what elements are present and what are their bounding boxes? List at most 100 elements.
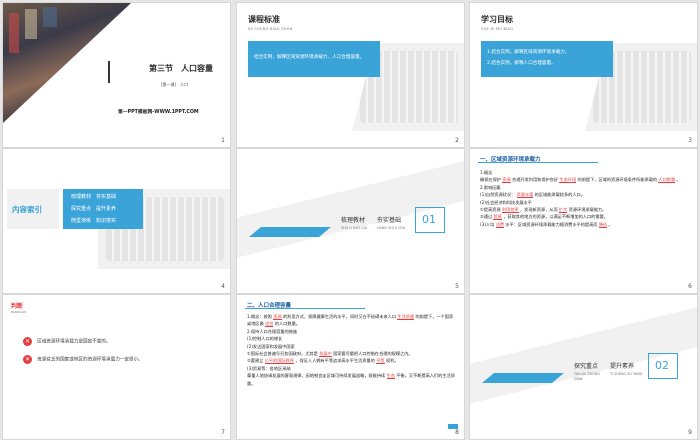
line-text: 确保在保护 [480,177,503,183]
slide-3[interactable]: 学习目标 XUE XI MU BIAO 1.结合实例，解释区域资源环境承载力。 … [469,2,698,148]
chapter-sub-2: HANG SHI JI CHU [377,226,406,230]
line-text: 合理开发利用和保护良好 [510,177,560,183]
slide-title: 判断 [11,303,24,310]
answer-blank: 利用效率 [501,207,519,214]
line-text: 。 [675,177,681,183]
cover-photo [3,3,131,123]
line-text: (2)发达国家和发展中国家 [247,343,295,349]
chapter-number-box: 02 [648,353,678,379]
chapter-sub-1: TAN JIU ZHONG DIAN [574,372,601,381]
chapter-number: 01 [422,213,436,226]
line-text: 的利用方式，保障健康生活的水平，同时又在不妨碍未来人口 [281,314,398,319]
slide-7[interactable]: 判断 PANDUAN ✕ 区域资源环境承载力是固定不变的。 ✕ 资源贫乏的国家或… [2,294,231,440]
index-item-1[interactable]: 梳理教材 夯实基础 [71,193,116,200]
slide-1[interactable]: 第三节 人口容量 [第一课] 人口 第一PPT模板网-WWW.1PPT.COM … [2,2,231,148]
chapter-title-2: 提升素养 [610,363,635,370]
title-accent-bar [108,61,110,83]
slide-number: 4 [221,283,225,290]
answer-blank: 生活质量 [397,314,415,320]
index-item-label: 梳理教材 [71,194,92,200]
line-text: (1)自然资源状况： [480,192,517,198]
line-text: 权利。 [384,358,399,364]
diagonal-stripe [482,373,564,383]
content-body: 1.概念：按照 资源 的利用方式，保障健康生活的水平，同时又在不妨碍未来人口 生… [247,313,457,387]
section-title: 第三节 人口容量 [149,64,213,73]
line-text: 1.概念 [480,170,493,175]
line-text: ①国际社会普遍号召各国政府，尤其是 [247,351,320,357]
answer-blank: 贸易 [493,214,502,221]
content-line: (3)贸易等：各地区采纳 [247,365,457,372]
chapter-title-1: 探究重点 [574,363,599,370]
slide-number: 8 [455,429,459,436]
answer-blank: 平等 [376,358,385,365]
slide-subtitle: XUE XI MU BIAO [481,27,514,31]
slide-number: 5 [455,283,459,290]
slide-6[interactable]: 一、区域资源环境承载力 1.概念 确保在保护 资源 合理开发利用和保护良好 生态环… [469,148,698,294]
answer-blank: 资源丰富 [516,192,534,199]
slide-8[interactable]: 二、人口合理容量 1.概念：按照 资源 的利用方式，保障健康生活的水平，同时又在… [236,294,465,440]
slide-number: 6 [688,283,692,290]
content-body: 1.概念 确保在保护 资源 合理开发利用和保护良好 生态环境 的前提下，区域的资源… [480,169,690,228]
content-line: (3)人均 消费 水平：区域资源环境承载能力随消费水平的提高而 降低 。 [480,221,690,228]
content-line: (1)控制人口的增长 [247,335,457,342]
answer-blank: 降低 [598,221,608,228]
index-item-label: 探究重点 [71,206,92,212]
slide-grid: 第三节 人口容量 [第一课] 人口 第一PPT模板网-WWW.1PPT.COM … [0,0,700,440]
content-line: 2.保持人口合理容量的措施 [247,328,457,335]
judge-text: 区域资源环境承载力是固定不变的。 [37,339,111,345]
index-item-label: 夯实基础 [96,194,117,200]
line-text: ①提高资源 [480,207,502,213]
slide-title: 二、人口合理容量 [247,303,292,309]
chapter-number: 02 [655,359,669,372]
answer-blank: 资源 [502,177,511,184]
slide-9[interactable]: 探究重点 提升素养 TAN JIU ZHONG DIAN TI SHENG SU… [469,294,698,440]
index-item-label: 知识落实 [96,218,117,224]
content-line: 1.概念：按照 资源 的利用方式，保障健康生活的水平，同时又在不妨碍未来人口 生… [247,313,457,328]
line-text: ②要建立 [247,358,265,364]
index-list: 梳理教材 夯实基础 探究重点 提升素养 随堂演练 知识落实 [63,189,143,229]
content-line: (2)发达国家和发展中国家 [247,343,457,350]
line-text: 资源环境承载能力。 [567,207,607,213]
slide-title: 课程标准 [248,15,280,24]
line-text: 1.概念：按照 [247,314,274,319]
content-box: 1.结合实例，解释区域资源环境承载力。 2.结合实例，解释人口合理容量。 [481,41,613,77]
line-text: 国家要尽量把人口控制在合理的规模之内。 [331,351,413,357]
slide-number: 7 [221,429,225,436]
chapter-title-1: 梳理教材 [341,217,366,224]
line-text: (2)社会经济和科技发展水平 [480,199,532,205]
chapter-number-box: 01 [415,207,445,233]
index-item-3[interactable]: 随堂演练 知识落实 [71,217,116,224]
line-text: 水平：区域资源环境承载能力随消费水平的提高而 [504,221,599,227]
slide-number: 1 [221,137,225,144]
slide-number: 3 [688,137,692,144]
content-box: 结合实例，解释区域资源环境承载力、人口合理容量。 [248,41,380,77]
goal-line-2: 2.结合实例，解释人口合理容量。 [487,61,556,66]
slide-5[interactable]: 梳理教材 夯实基础 SHU LI JIAO CAI HANG SHI JI CH… [236,148,465,294]
answer-blank: 公平的国际秩序 [264,358,294,365]
line-text: 的前提下，区域的资源环境条件所能承载的 [576,177,659,183]
line-text: (1)控制人口的增长 [247,336,283,342]
slide-title: 学习目标 [481,15,513,24]
index-item-2[interactable]: 探究重点 提升素养 [71,205,116,212]
judge-item-2[interactable]: ✕ 资源贫乏的国家或地区的资源环境承载力一定很小。 [23,349,143,368]
index-item-label: 随堂演练 [71,218,92,224]
answer-blank: 发展中 [319,351,332,358]
content-line: (2)社会经济和科技发展水平 [480,199,690,206]
wrong-icon: ✕ [23,355,32,364]
line-text: 2.保持人口合理容量的措施 [247,328,298,334]
slide-number: 9 [688,429,692,436]
slide-2[interactable]: 课程标准 KE CHENG BIAO ZHUN 结合实例，解释区域资源环境承载力… [236,2,465,148]
chapter-sub-1: SHU LI JIAO CAI [341,226,367,230]
slide-4[interactable]: 内容索引 梳理教材 夯实基础 探究重点 提升素养 随堂演练 知识落实 4 [2,148,231,294]
judge-item-1[interactable]: ✕ 区域资源环境承载力是固定不变的。 [23,331,111,350]
line-text: 的区域能承载较多的人口。 [533,192,585,198]
lesson-tag: [第一课] 人口 [161,82,189,87]
content-line: 确保在保护 资源 合理开发利用和保护良好 生态环境 的前提下，区域的资源环境条件… [480,176,690,184]
answer-blank: 生态 [386,373,395,380]
answer-blank: 人口数量 [658,177,676,184]
chapter-sub-2: TI SHENG SU YANG [610,372,643,376]
wrong-icon: ✕ [23,337,32,346]
answer-blank: 消费 [495,221,505,228]
content-line: 2.影响因素 [480,184,690,191]
line-text: (3)贸易等：各地区采纳 [247,365,291,371]
